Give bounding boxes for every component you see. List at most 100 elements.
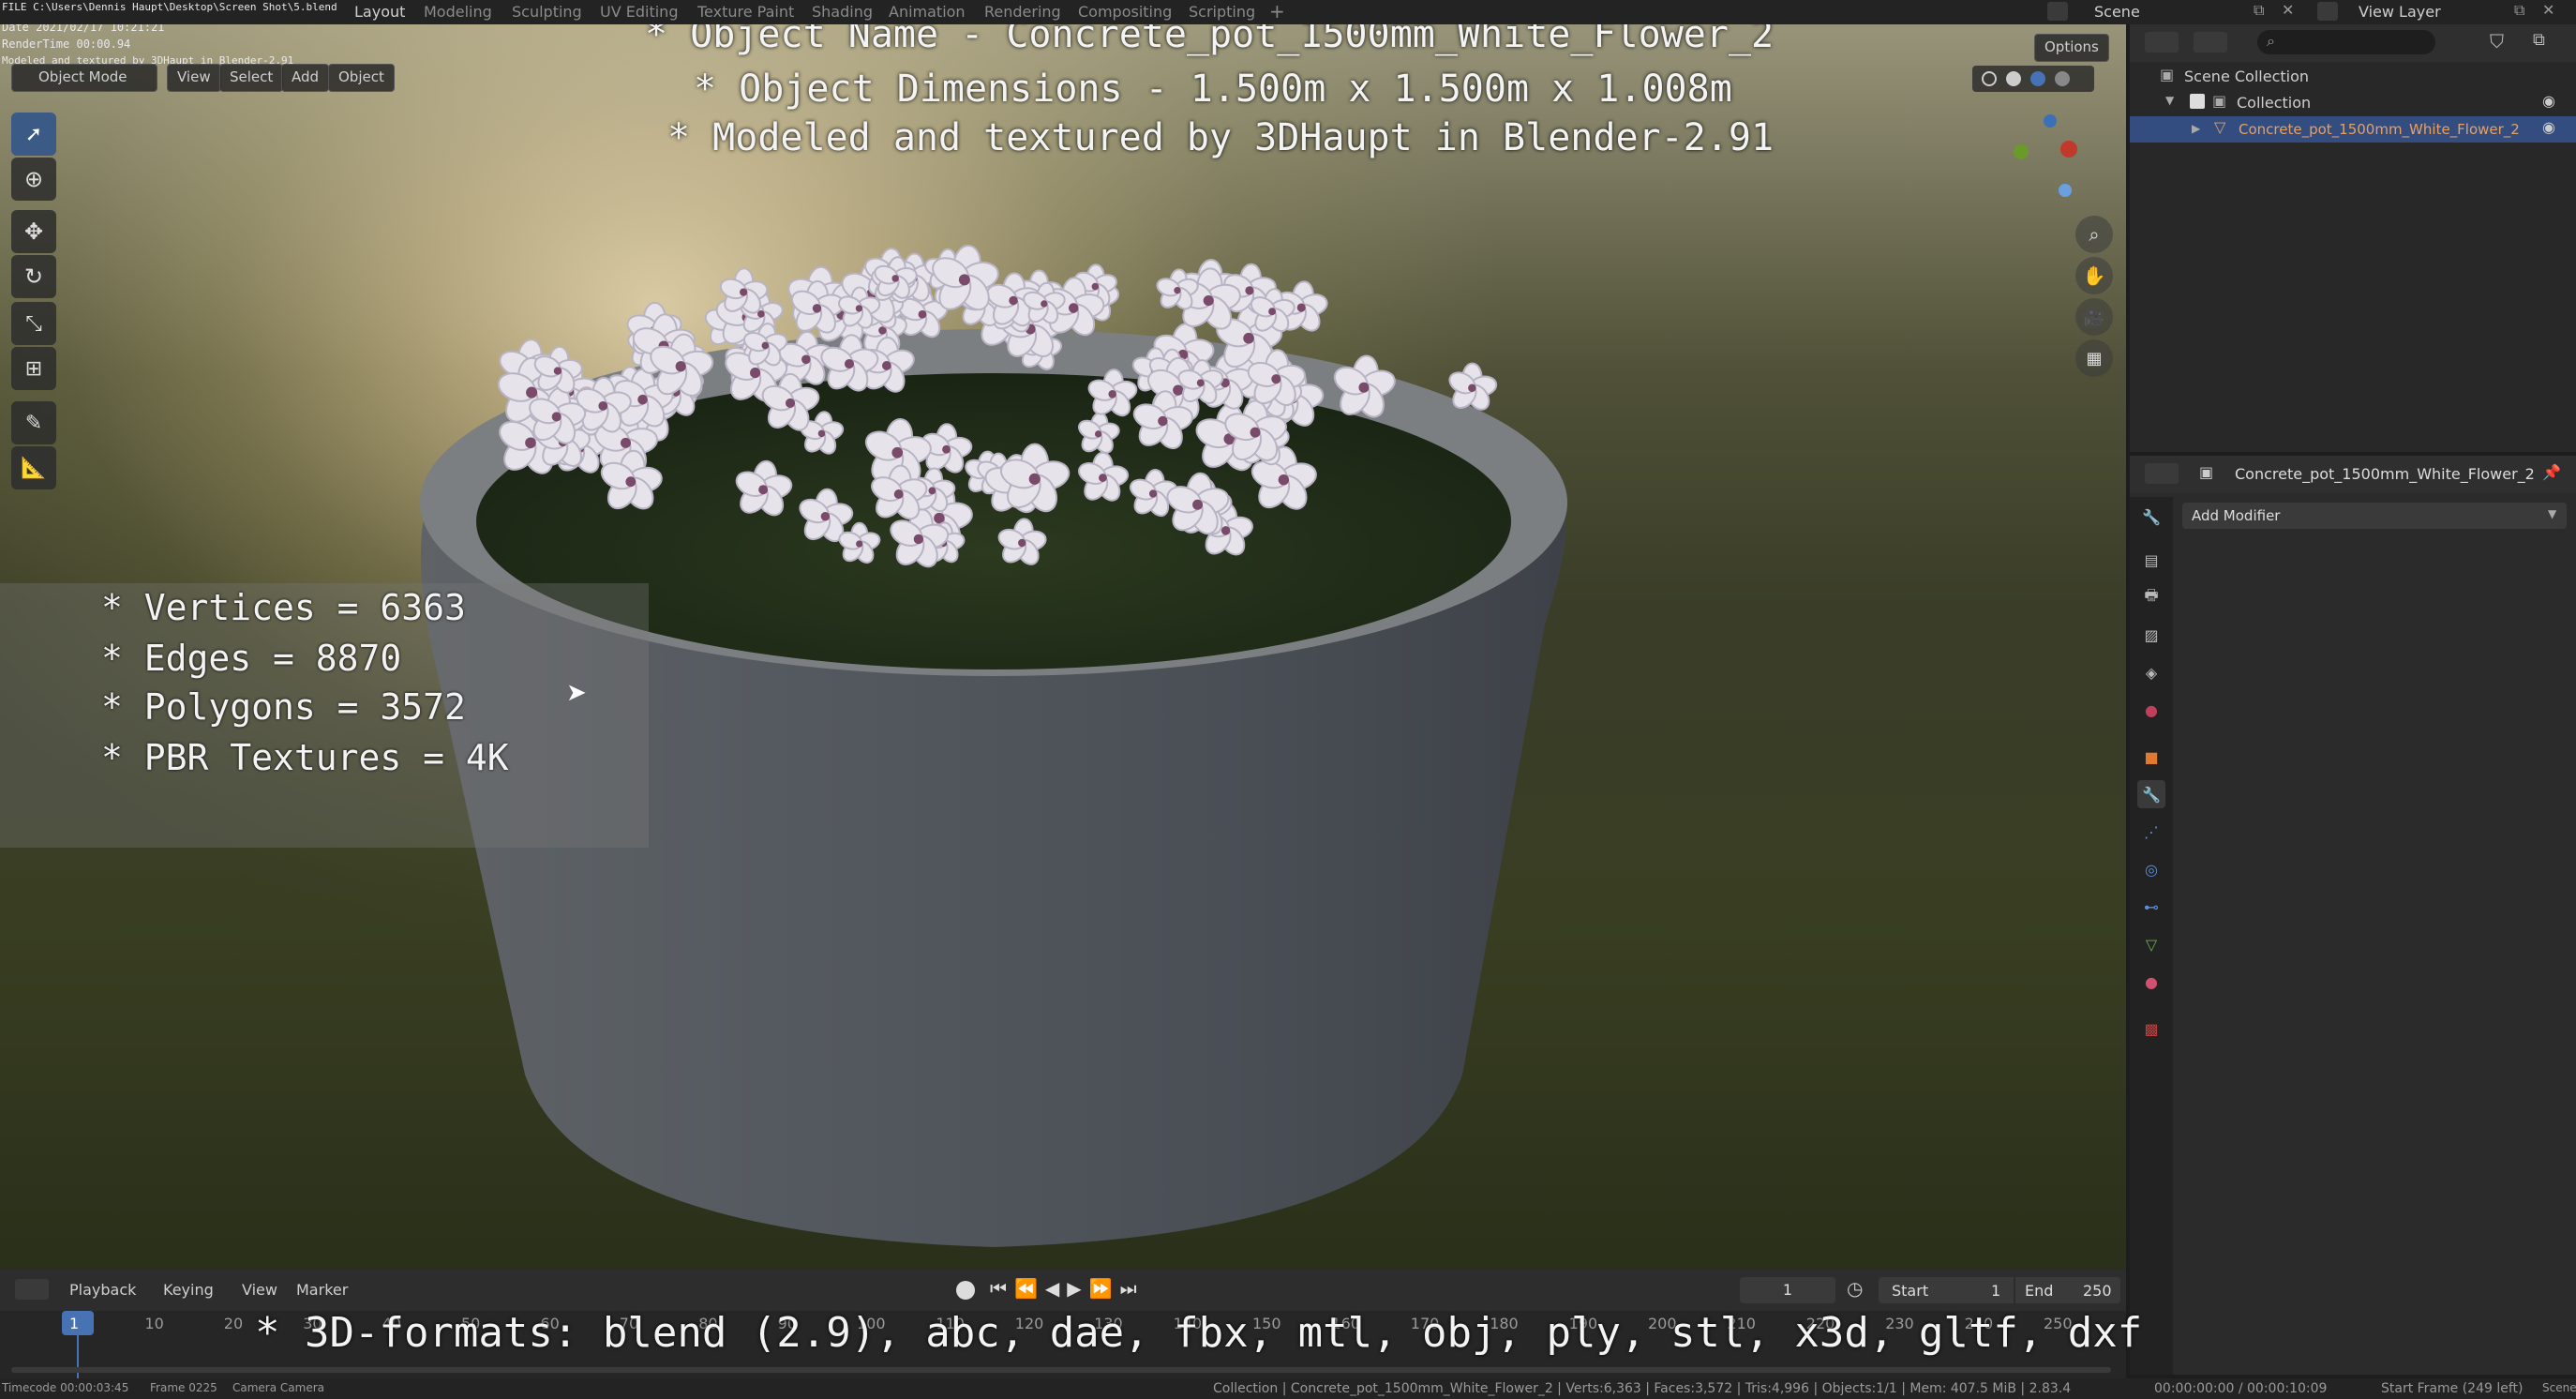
top-bar: FILE C:\Users\Dennis Haupt\Desktop\Scree… — [0, 0, 2576, 24]
material-shading-icon[interactable] — [2030, 71, 2045, 86]
object-mode-label: Object Mode — [38, 68, 127, 85]
scale-tool[interactable]: ⤡ — [11, 302, 56, 345]
start-frame-field[interactable]: Start 1 — [1879, 1277, 2014, 1303]
material-tab-icon[interactable]: ● — [2137, 968, 2165, 996]
output-tab-icon[interactable]: 🖶 — [2137, 583, 2165, 611]
world-tab-icon[interactable]: ● — [2137, 696, 2165, 724]
playback-controls[interactable]: ⏮⏪◀▶⏩⏭ — [990, 1277, 1145, 1300]
tab-uv-editing[interactable]: UV Editing — [600, 3, 678, 21]
eye-icon[interactable]: ◉ — [2542, 118, 2555, 136]
menu-select[interactable]: Select — [219, 64, 284, 92]
tab-rendering[interactable]: Rendering — [984, 3, 1061, 21]
y-axis-icon[interactable] — [2014, 144, 2029, 159]
chevron-down-icon: ▼ — [2548, 507, 2557, 520]
end-label: End — [2025, 1282, 2054, 1300]
filter-icon[interactable]: ⛉ — [2490, 30, 2504, 53]
menu-view[interactable]: View — [167, 64, 221, 92]
render-tab-icon[interactable]: ▤ — [2137, 546, 2165, 574]
mesh-data-tab-icon[interactable]: ▽ — [2137, 930, 2165, 958]
scene-selector-icon[interactable] — [2047, 2, 2068, 21]
chevron-down-icon[interactable]: ▼ — [2165, 94, 2174, 107]
outliner-row-scene-collection[interactable]: ▣ Scene Collection — [2130, 64, 2576, 90]
exclude-checkbox[interactable] — [2190, 94, 2205, 109]
3d-viewport[interactable]: Date 2021/02/17 10:21:21 RenderTime 00:0… — [0, 24, 2126, 1270]
tool-tab-icon[interactable]: 🔧 — [2137, 503, 2165, 531]
rotate-tool[interactable]: ↻ — [11, 255, 56, 298]
ortho-grid-icon[interactable]: ▦ — [2075, 339, 2113, 377]
solid-shading-icon[interactable] — [2006, 71, 2021, 86]
cursor-tool[interactable]: ⊕ — [11, 158, 56, 201]
outliner-row-collection[interactable]: ▼ ▣ Collection ◉ — [2130, 90, 2576, 116]
wireframe-shading-icon[interactable] — [1982, 71, 1997, 86]
options-dropdown[interactable]: Options — [2034, 34, 2109, 62]
scene-copy-icon[interactable]: ⧉ — [2254, 1, 2264, 20]
constraints-tab-icon[interactable]: ⊷ — [2137, 893, 2165, 921]
add-modifier-dropdown[interactable]: Add Modifier ▼ — [2182, 503, 2567, 529]
scene-collection-label: Scene Collection — [2184, 68, 2310, 85]
scene-delete-icon[interactable]: ✕ — [2282, 1, 2294, 19]
record-icon[interactable] — [956, 1281, 975, 1300]
z-axis-icon[interactable] — [2044, 114, 2057, 128]
tab-compositing[interactable]: Compositing — [1078, 3, 1172, 21]
transform-tool[interactable]: ⊞ — [11, 347, 56, 390]
menu-timeline-view[interactable]: View — [242, 1281, 277, 1299]
stat-vertices: * Vertices = 6363 — [101, 587, 466, 628]
select-box-tool[interactable]: ➚ — [11, 113, 56, 156]
x-axis-icon[interactable] — [2060, 141, 2077, 158]
editor-type-icon[interactable] — [2145, 32, 2179, 53]
editor-type-icon[interactable] — [15, 1279, 49, 1300]
current-frame-field[interactable]: 1 — [1740, 1277, 1835, 1303]
zoom-icon[interactable]: ⌕ — [2075, 216, 2113, 253]
pin-icon[interactable]: 📌 — [2542, 463, 2561, 481]
display-mode-icon[interactable] — [2194, 32, 2227, 53]
eye-icon[interactable]: ◉ — [2542, 92, 2555, 110]
tab-shading[interactable]: Shading — [812, 3, 873, 21]
end-frame-field[interactable]: End 250 — [2015, 1277, 2120, 1303]
tab-texture-paint[interactable]: Texture Paint — [697, 3, 794, 21]
measure-tool[interactable]: 📐 — [11, 446, 56, 489]
editor-type-icon[interactable] — [2145, 463, 2179, 484]
clock-icon[interactable]: ◷ — [1847, 1277, 1863, 1300]
view-layer-selector-icon[interactable] — [2317, 2, 2338, 21]
tab-sculpting[interactable]: Sculpting — [512, 3, 582, 21]
texture-tab-icon[interactable]: ▩ — [2137, 1015, 2165, 1043]
menu-playback[interactable]: Playback — [69, 1281, 136, 1299]
pan-hand-icon[interactable]: ✋ — [2075, 257, 2113, 294]
shading-buttons[interactable] — [1972, 66, 2094, 92]
menu-marker[interactable]: Marker — [296, 1281, 348, 1299]
tab-layout[interactable]: Layout — [354, 3, 405, 21]
timeline-scrollbar[interactable] — [11, 1367, 2111, 1373]
tab-animation[interactable]: Animation — [889, 3, 966, 21]
view-layer-name[interactable]: View Layer — [2359, 3, 2441, 21]
navigation-gizmo[interactable] — [2006, 111, 2100, 204]
scene-name[interactable]: Scene — [2094, 3, 2140, 21]
mode-selector[interactable]: Object Mode — [11, 64, 157, 92]
move-tool[interactable]: ✥ — [11, 210, 56, 253]
view-layer-tab-icon[interactable]: ▨ — [2137, 621, 2165, 649]
rendered-shading-icon[interactable] — [2055, 71, 2070, 86]
view-layer-delete-icon[interactable]: ✕ — [2542, 1, 2554, 19]
physics-tab-icon[interactable]: ◎ — [2137, 855, 2165, 883]
file-path-text: FILE C:\Users\Dennis Haupt\Desktop\Scree… — [2, 1, 337, 13]
new-collection-icon[interactable]: ⧉ — [2533, 30, 2545, 50]
scene-stats-text: Collection | Concrete_pot_1500mm_White_F… — [1213, 1381, 2072, 1396]
menu-object[interactable]: Object — [328, 64, 395, 92]
add-workspace-icon[interactable]: + — [1269, 0, 1285, 23]
outliner-row-object[interactable]: ▶ ▽ Concrete_pot_1500mm_White_Flower_2 ◉ — [2130, 116, 2576, 143]
modifier-tab-icon[interactable]: 🔧 — [2137, 780, 2165, 808]
menu-add[interactable]: Add — [281, 64, 330, 92]
scene-tab-icon[interactable]: ◈ — [2137, 658, 2165, 686]
chevron-right-icon[interactable]: ▶ — [2192, 122, 2200, 135]
particles-tab-icon[interactable]: ⋰ — [2137, 818, 2165, 846]
camera-view-icon[interactable]: 🎥 — [2075, 298, 2113, 336]
tab-scripting[interactable]: Scripting — [1189, 3, 1255, 21]
annotate-tool[interactable]: ✎ — [11, 401, 56, 444]
render-time-stamp: RenderTime 00:00.94 — [2, 38, 131, 51]
view-layer-copy-icon[interactable]: ⧉ — [2514, 1, 2524, 20]
outliner-search-input[interactable]: ⌕ — [2257, 30, 2435, 54]
object-tab-icon[interactable]: ■ — [2137, 743, 2165, 771]
neg-z-axis-icon[interactable] — [2059, 184, 2072, 197]
tab-modeling[interactable]: Modeling — [424, 3, 492, 21]
end-value: 250 — [2083, 1282, 2112, 1300]
menu-keying[interactable]: Keying — [163, 1281, 214, 1299]
